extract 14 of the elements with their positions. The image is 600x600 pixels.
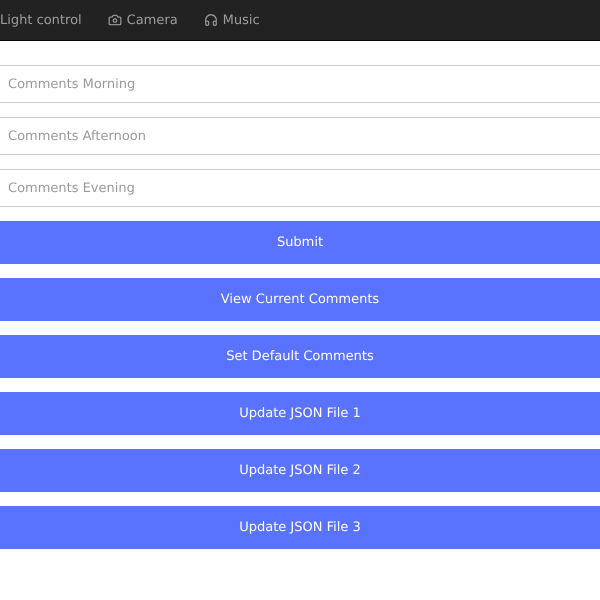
nav-link[interactable]: Camera	[108, 12, 178, 28]
action-button[interactable]: Update JSON File 3	[0, 506, 600, 549]
action-button[interactable]: Set Default Comments	[0, 335, 600, 378]
comment-field[interactable]: Comments Morning	[0, 65, 600, 103]
action-button[interactable]: Update JSON File 2	[0, 449, 600, 492]
comment-field[interactable]: Comments Evening	[0, 169, 600, 207]
action-button[interactable]: Update JSON File 1	[0, 392, 600, 435]
action-button[interactable]: Submit	[0, 221, 600, 264]
nav-link[interactable]: Light control	[0, 12, 82, 28]
action-button[interactable]: View Current Comments	[0, 278, 600, 321]
comment-field[interactable]: Comments Afternoon	[0, 117, 600, 155]
headphones-icon	[204, 13, 218, 27]
nav-link[interactable]: Music	[204, 12, 260, 28]
camera-icon	[108, 13, 122, 27]
